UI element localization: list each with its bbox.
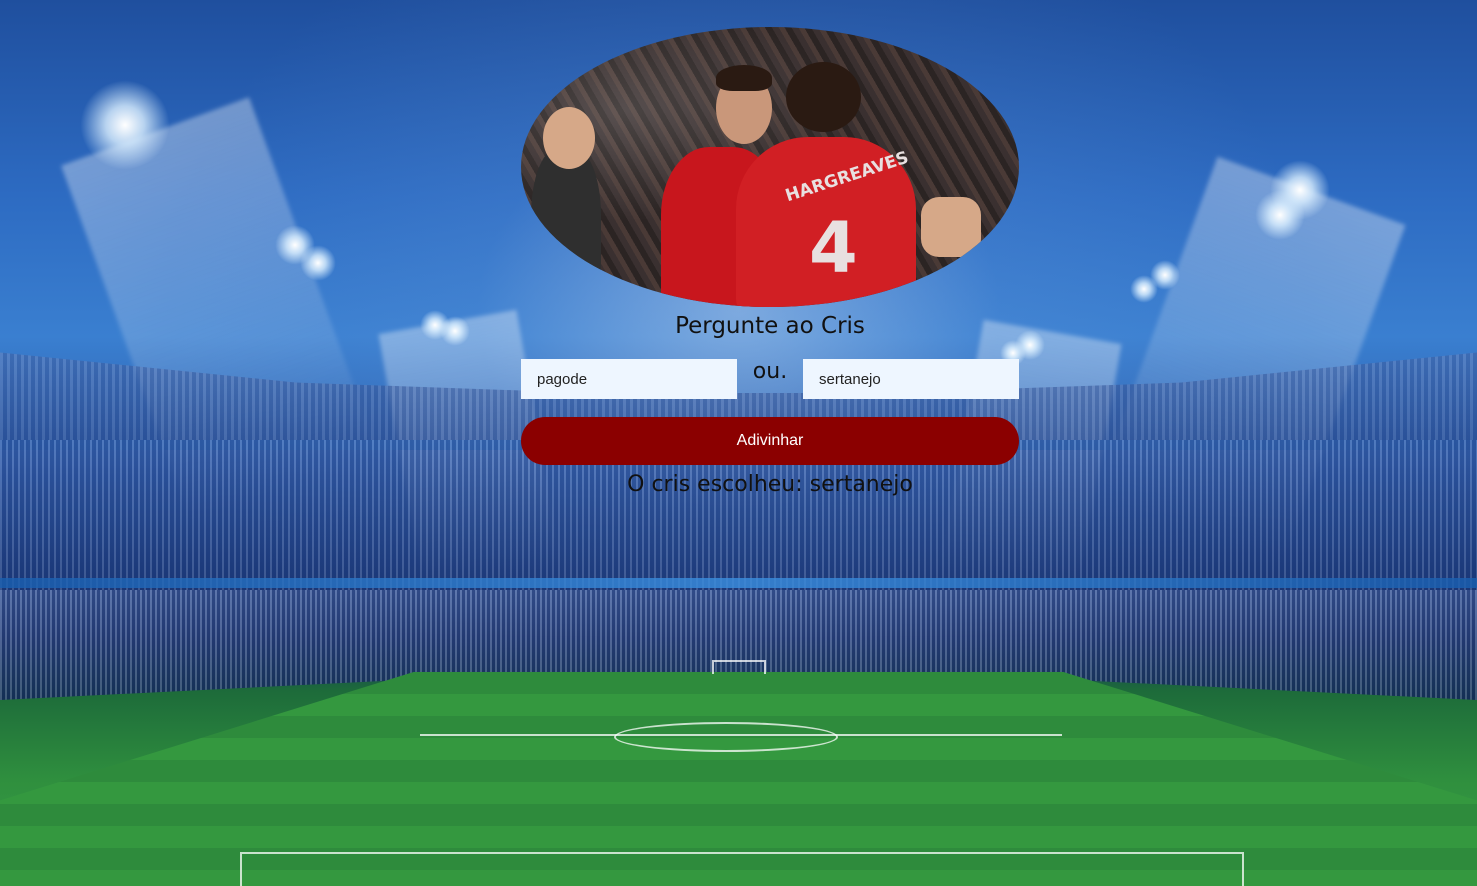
first-option-input[interactable]	[521, 359, 737, 399]
separator-text: ou.	[752, 359, 788, 384]
floodlight	[300, 245, 336, 281]
floodlight	[1255, 190, 1305, 240]
stadium-background: HARGREAVES 4 UEF Pergunte ao Cris ou. Ad…	[0, 0, 1477, 886]
result-text: O cris escolheu: sertanejo	[627, 472, 913, 497]
referee-figure	[531, 147, 601, 307]
referee-head	[543, 107, 595, 169]
guess-button[interactable]: Adivinhar	[521, 417, 1019, 465]
floodlight	[80, 80, 170, 170]
player-photo: HARGREAVES 4 UEF	[521, 27, 1019, 307]
center-circle	[614, 722, 838, 752]
broadcast-logo: UEF	[939, 41, 967, 57]
floodlight	[1130, 275, 1158, 303]
shirt-number: 4	[809, 207, 858, 289]
options-row: ou.	[521, 359, 1019, 399]
page-title: Pergunte ao Cris	[675, 313, 865, 339]
player-hand	[921, 197, 981, 257]
advertising-board	[0, 578, 1477, 588]
player-hair-right	[786, 62, 861, 132]
main-panel: HARGREAVES 4 UEF Pergunte ao Cris ou. Ad…	[521, 27, 1019, 499]
floodlight	[440, 316, 470, 346]
goal	[712, 660, 766, 674]
halfway-line	[420, 734, 1062, 736]
penalty-area	[240, 852, 1244, 886]
player-hair-left	[716, 65, 772, 91]
second-option-input[interactable]	[803, 359, 1019, 399]
